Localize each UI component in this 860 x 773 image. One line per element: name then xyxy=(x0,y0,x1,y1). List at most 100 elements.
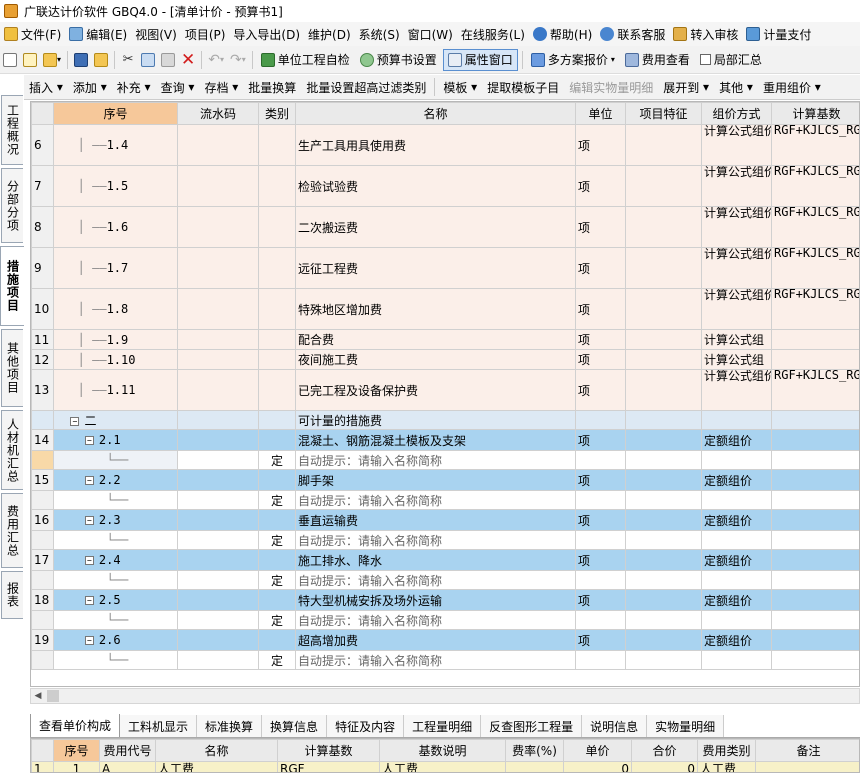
horizontal-scrollbar[interactable]: ◀ xyxy=(30,688,860,704)
row-number[interactable]: 7 xyxy=(31,165,54,207)
column-header-serial-code[interactable]: 流水码 xyxy=(177,102,259,125)
collapse-toggle-icon[interactable]: − xyxy=(70,416,80,426)
name-cell[interactable]: 配合费 xyxy=(295,329,576,350)
seq-cell[interactable]: −2.3 xyxy=(53,509,178,531)
seq-cell[interactable]: │ —— 1.10 xyxy=(53,349,178,370)
seq-cell[interactable]: └── xyxy=(53,450,178,470)
other-menu-button[interactable]: 其他 ▾ xyxy=(714,76,758,98)
tab-sub-items[interactable]: 分部分项 xyxy=(1,168,23,243)
table-row[interactable]: └── 定自动提示：请输入名称简称 xyxy=(31,650,859,670)
feature-cell[interactable] xyxy=(625,509,702,531)
column-header-calc-base[interactable]: 计算基数 xyxy=(277,739,380,762)
name-cell[interactable]: 人工费 xyxy=(155,761,278,772)
table-row[interactable]: 18 −2.5 特大型机械安拆及场外运输项 定额组价 xyxy=(31,589,859,611)
row-number[interactable] xyxy=(31,570,54,590)
seq-cell[interactable]: └── xyxy=(53,610,178,630)
name-cell[interactable]: 施工排水、降水 xyxy=(295,549,576,571)
pricing-method-cell[interactable]: 定额组价 xyxy=(701,429,772,451)
menu-help[interactable]: 帮助(H) xyxy=(529,23,596,45)
row-number[interactable]: 18 xyxy=(31,589,54,611)
feature-cell[interactable] xyxy=(625,349,702,370)
paste-button[interactable] xyxy=(159,49,177,71)
unit-cell[interactable]: 项 xyxy=(575,429,626,451)
unit-cell[interactable]: 项 xyxy=(575,165,626,207)
seq-cell[interactable]: │ —— 1.11 xyxy=(53,369,178,411)
seq-cell[interactable]: −2.4 xyxy=(53,549,178,571)
row-number[interactable] xyxy=(31,650,54,670)
feature-cell[interactable] xyxy=(625,410,702,430)
category-cell[interactable]: 定 xyxy=(258,450,296,470)
table-row[interactable]: 16 −2.3 垂直运输费项 定额组价 xyxy=(31,509,859,531)
column-header-feature[interactable]: 项目特征 xyxy=(625,102,702,125)
row-number[interactable] xyxy=(31,410,54,430)
pricing-method-cell[interactable]: 计算公式组 xyxy=(701,329,772,350)
edit-physical-quantity-button[interactable]: 编辑实物量明细 xyxy=(564,76,658,98)
serial-code-cell[interactable] xyxy=(177,165,259,207)
tab-quantity-detail[interactable]: 工程量明细 xyxy=(404,715,482,737)
category-cell[interactable] xyxy=(258,349,296,370)
seq-cell[interactable]: └── xyxy=(53,570,178,590)
calc-base-cell[interactable] xyxy=(771,589,859,611)
calc-base-cell[interactable] xyxy=(771,530,859,550)
collapse-toggle-icon[interactable]: − xyxy=(84,476,94,485)
name-cell[interactable]: 可计量的措施费 xyxy=(295,410,576,430)
feature-cell[interactable] xyxy=(625,650,702,670)
category-cell[interactable]: 定 xyxy=(258,570,296,590)
open-folder-button[interactable] xyxy=(92,49,110,71)
unit-cell[interactable] xyxy=(575,450,626,470)
serial-code-cell[interactable] xyxy=(177,570,259,590)
unit-cell[interactable]: 项 xyxy=(575,629,626,651)
feature-cell[interactable] xyxy=(625,165,702,207)
menu-file[interactable]: 文件(F) xyxy=(0,23,65,45)
row-number[interactable]: 12 xyxy=(31,349,54,370)
category-cell[interactable] xyxy=(258,509,296,531)
pricing-method-cell[interactable]: 计算公式组价 xyxy=(701,206,772,248)
serial-code-cell[interactable] xyxy=(177,349,259,370)
unit-cell[interactable] xyxy=(575,530,626,550)
template-menu-button[interactable]: 模板 ▾ xyxy=(438,76,482,98)
cost-view-button[interactable]: 费用查看 xyxy=(621,49,694,71)
name-cell[interactable]: 自动提示：请输入名称简称 xyxy=(295,530,576,550)
tab-features-content[interactable]: 特征及内容 xyxy=(327,715,405,737)
name-cell[interactable]: 远征工程费 xyxy=(295,247,576,289)
copy-button[interactable] xyxy=(139,49,157,71)
tab-unit-price-composition[interactable]: 查看单价构成 xyxy=(30,714,121,737)
table-row[interactable]: 7 │ —— 1.5 检验试验费项 计算公式组价RGF+KJLCS_RGF+KJLC… xyxy=(31,165,859,207)
table-row[interactable]: └── 定自动提示：请输入名称简称 xyxy=(31,530,859,550)
feature-cell[interactable] xyxy=(625,288,702,330)
column-header-category[interactable]: 类别 xyxy=(258,102,296,125)
category-cell[interactable]: 定 xyxy=(258,530,296,550)
table-row[interactable]: └── 定自动提示：请输入名称简称 xyxy=(31,450,859,470)
table-row[interactable]: 8 │ —— 1.6 二次搬运费项 计算公式组价RGF+KJLCS_RGF+KJLC… xyxy=(31,206,859,248)
column-header-name[interactable]: 名称 xyxy=(155,739,278,762)
calc-base-cell[interactable]: RGF+KJLCS_RGF+KJLCS_JXF+JXF xyxy=(771,247,859,289)
row-number[interactable] xyxy=(31,530,54,550)
unit-cell[interactable]: 项 xyxy=(575,206,626,248)
pricing-method-cell[interactable]: 计算公式组 xyxy=(701,349,772,370)
category-cell[interactable] xyxy=(258,589,296,611)
table-row[interactable]: − 二 可计量的措施费 xyxy=(31,410,859,430)
category-cell[interactable] xyxy=(258,429,296,451)
feature-cell[interactable] xyxy=(625,469,702,491)
multi-quote-button[interactable]: 多方案报价 ▾ xyxy=(527,49,619,71)
tab-labor-material-display[interactable]: 工料机显示 xyxy=(120,715,198,737)
unit-cell[interactable]: 项 xyxy=(575,589,626,611)
column-header-pricing-method[interactable]: 组价方式 xyxy=(701,102,772,125)
open-button[interactable]: ▾ xyxy=(41,49,63,71)
calc-base-cell[interactable]: RGF+KJLCS_RGF+KJLCS_JXF+JXF xyxy=(771,288,859,330)
row-number[interactable]: 15 xyxy=(31,469,54,491)
category-cell[interactable] xyxy=(258,247,296,289)
collapse-toggle-icon[interactable]: − xyxy=(84,436,94,445)
new-button[interactable] xyxy=(1,49,19,71)
menu-import-export[interactable]: 导入导出(D) xyxy=(229,23,304,45)
tab-other-items[interactable]: 其他项目 xyxy=(1,329,23,407)
name-cell[interactable]: 混凝土、钢筋混凝土模板及支架 xyxy=(295,429,576,451)
table-row[interactable]: 13 │ —— 1.11 已完工程及设备保护费项 计算公式组价 RGF+KJLCS_R… xyxy=(31,369,859,411)
row-number[interactable]: 17 xyxy=(31,549,54,571)
calc-base-cell[interactable]: RGF+KJLCS_RGF+KJLCS_JXF+JXF xyxy=(771,165,859,207)
table-row[interactable]: └── 定自动提示：请输入名称简称 xyxy=(31,570,859,590)
name-cell[interactable]: 超高增加费 xyxy=(295,629,576,651)
name-cell[interactable]: 二次搬运费 xyxy=(295,206,576,248)
pricing-method-cell[interactable] xyxy=(701,610,772,630)
calc-base-cell[interactable] xyxy=(771,610,859,630)
